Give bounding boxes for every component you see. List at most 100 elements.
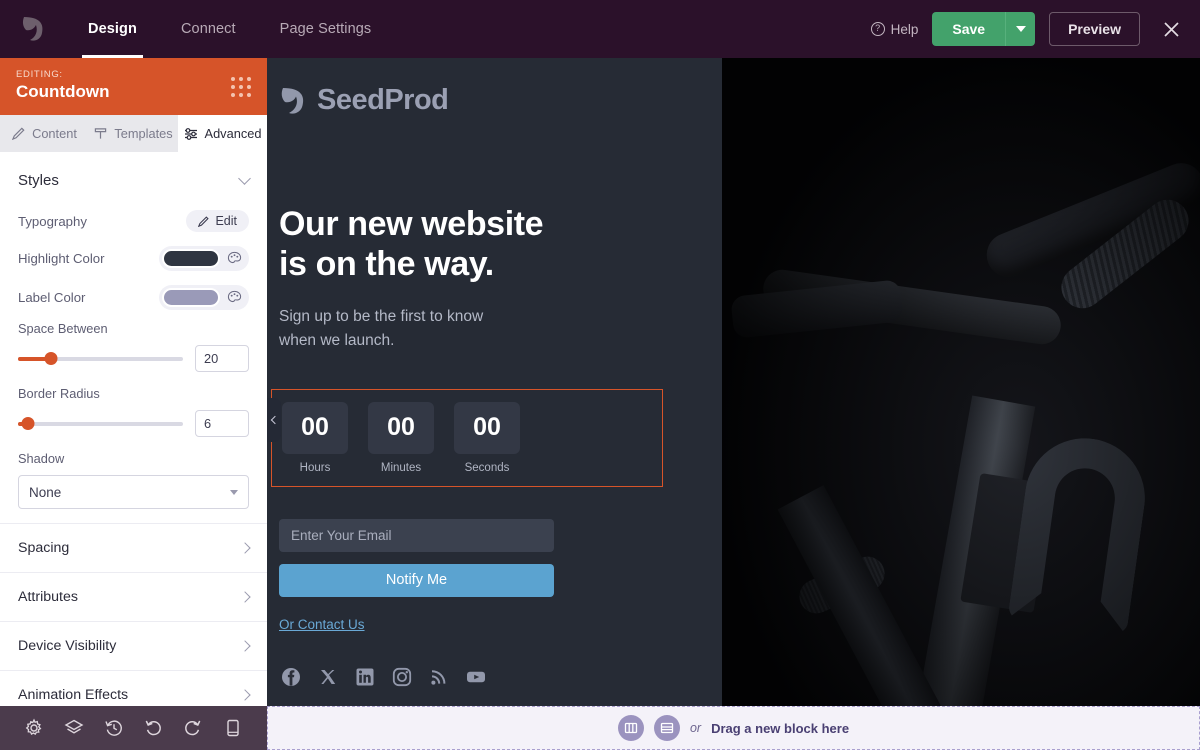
border-radius-label: Border Radius xyxy=(18,386,100,401)
rss-icon[interactable] xyxy=(429,667,449,687)
facebook-icon[interactable] xyxy=(281,667,301,687)
sidebar-collapse-toggle[interactable] xyxy=(267,398,281,442)
tab-content[interactable]: Content xyxy=(0,115,89,152)
space-between-input[interactable]: 20 xyxy=(195,345,249,372)
highlight-color-label: Highlight Color xyxy=(18,251,105,266)
linkedin-icon[interactable] xyxy=(355,667,375,687)
page-preview: SeedProd Our new website is on the way. … xyxy=(267,58,1200,706)
close-button[interactable] xyxy=(1158,16,1184,42)
editing-prefix: EDITING: xyxy=(16,69,63,80)
layers-icon[interactable] xyxy=(64,718,84,738)
space-between-slider[interactable] xyxy=(18,350,183,368)
styles-section-header[interactable]: Styles xyxy=(0,152,267,203)
preview-headline[interactable]: Our new website is on the way. xyxy=(279,205,722,285)
tab-connect[interactable]: Connect xyxy=(159,0,258,58)
add-columns-icon xyxy=(624,722,638,734)
countdown-minutes-label: Minutes xyxy=(380,461,422,474)
top-bar-actions: ? Help Save Preview xyxy=(870,12,1200,46)
save-button[interactable]: Save xyxy=(932,12,1006,46)
chevron-right-icon xyxy=(239,640,251,652)
shadow-select[interactable]: None xyxy=(18,475,249,509)
border-radius-input[interactable]: 6 xyxy=(195,410,249,437)
sidebar-item-attributes[interactable]: Attributes xyxy=(0,572,267,621)
space-between-field: Space Between 20 xyxy=(0,317,267,382)
preview-label: Preview xyxy=(1068,21,1121,37)
tab-connect-label: Connect xyxy=(180,21,236,37)
chevron-right-icon xyxy=(239,542,251,554)
slider-thumb[interactable] xyxy=(21,417,35,430)
add-columns-button[interactable] xyxy=(617,715,644,741)
save-dropdown-button[interactable] xyxy=(1005,12,1036,46)
settings-panel: Styles Typography Edit Highlight Color L… xyxy=(0,152,267,706)
drop-or-text: or xyxy=(689,721,702,735)
tab-content-label: Content xyxy=(32,126,77,141)
add-block-button[interactable] xyxy=(653,715,680,741)
label-color-control[interactable] xyxy=(159,285,249,310)
highlight-color-control[interactable] xyxy=(159,246,249,271)
email-field[interactable]: Enter Your Email xyxy=(279,518,554,552)
x-twitter-icon[interactable] xyxy=(318,667,338,687)
instagram-icon[interactable] xyxy=(392,667,412,687)
undo-icon[interactable] xyxy=(143,718,163,738)
palette-icon[interactable] xyxy=(227,251,242,266)
preview-logo[interactable]: SeedProd xyxy=(267,84,722,117)
contact-us-link[interactable]: Or Contact Us xyxy=(279,617,365,632)
typography-row: Typography Edit xyxy=(0,203,267,239)
tab-templates[interactable]: Templates xyxy=(89,115,178,152)
top-bar: Design Connect Page Settings ? Help Save xyxy=(0,0,1200,58)
drop-new-block-bar[interactable]: or Drag a new block here xyxy=(267,706,1200,750)
tab-page-settings[interactable]: Page Settings xyxy=(258,0,394,58)
drag-handle-dots-icon[interactable] xyxy=(231,69,251,97)
notify-me-label: Notify Me xyxy=(385,572,448,589)
tab-templates-label: Templates xyxy=(114,126,173,141)
editing-block-name: Countdown xyxy=(16,82,110,101)
chevron-down-icon xyxy=(1015,26,1026,32)
notify-me-button[interactable]: Notify Me xyxy=(279,563,554,597)
shadow-field: Shadow xyxy=(0,447,267,466)
tab-design-label: Design xyxy=(88,21,137,37)
border-radius-slider[interactable] xyxy=(18,415,183,433)
chevron-right-icon xyxy=(239,591,251,603)
sidebar-item-device-visibility[interactable]: Device Visibility xyxy=(0,621,267,670)
device-preview-icon[interactable] xyxy=(223,718,243,738)
sidebar-item-animation-effects[interactable]: Animation Effects xyxy=(0,670,267,706)
chevron-left-icon xyxy=(270,415,280,425)
gear-icon[interactable] xyxy=(24,718,44,738)
email-placeholder: Enter Your Email xyxy=(291,527,392,543)
tab-advanced[interactable]: Advanced xyxy=(178,115,267,152)
revision-history-icon[interactable] xyxy=(104,718,124,738)
label-color-row: Label Color xyxy=(0,278,267,317)
preview-logo-text: SeedProd xyxy=(317,84,449,116)
template-icon xyxy=(95,128,107,139)
label-color-label: Label Color xyxy=(18,290,86,305)
add-block-icon xyxy=(660,722,674,734)
sidebar-item-spacing[interactable]: Spacing xyxy=(0,523,267,572)
preview-subcopy[interactable]: Sign up to be the first to know when we … xyxy=(279,305,722,353)
save-button-group: Save xyxy=(932,12,1036,46)
border-radius-value: 6 xyxy=(204,416,212,431)
styles-section-title: Styles xyxy=(18,172,59,189)
countdown-seconds-value: 00 xyxy=(454,401,520,454)
typography-edit-button[interactable]: Edit xyxy=(186,210,249,232)
animation-effects-label: Animation Effects xyxy=(18,687,129,703)
help-button[interactable]: ? Help xyxy=(870,22,918,37)
headline-line-1: Our new website xyxy=(279,205,544,243)
countdown-block[interactable]: 00 Hours 00 Minutes 00 Seconds xyxy=(271,388,663,487)
question-mark-icon: ? xyxy=(870,22,885,36)
shadow-label: Shadow xyxy=(18,451,65,466)
chevron-down-icon xyxy=(238,172,251,185)
canvas: SeedProd Our new website is on the way. … xyxy=(267,58,1200,750)
seedprod-leaf-icon[interactable] xyxy=(0,15,66,43)
subcopy-line-1: Sign up to be the first to know xyxy=(279,307,484,325)
preview-button[interactable]: Preview xyxy=(1049,12,1140,46)
countdown-seconds-label: Seconds xyxy=(464,461,510,474)
countdown-unit-hours: 00 Hours xyxy=(282,401,348,474)
redo-icon[interactable] xyxy=(183,718,203,738)
slider-thumb[interactable] xyxy=(44,352,58,365)
youtube-icon[interactable] xyxy=(466,667,486,687)
device-visibility-label: Device Visibility xyxy=(18,638,117,654)
highlight-color-swatch[interactable] xyxy=(162,249,220,268)
palette-icon[interactable] xyxy=(227,290,242,305)
label-color-swatch[interactable] xyxy=(162,288,220,307)
tab-design[interactable]: Design xyxy=(66,0,159,58)
